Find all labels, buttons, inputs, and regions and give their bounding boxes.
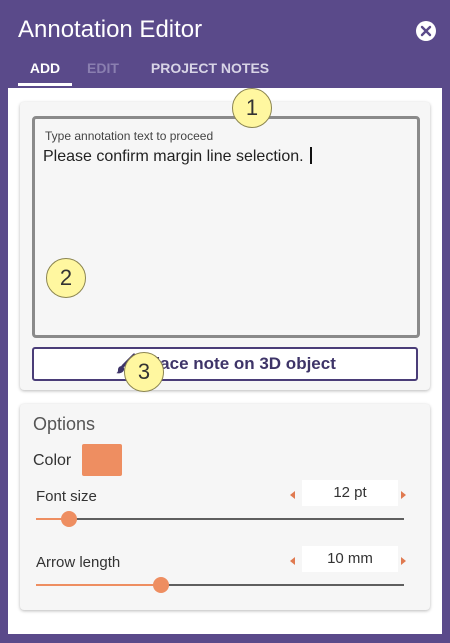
options-title: Options xyxy=(33,414,96,434)
tab-edit: EDIT xyxy=(87,60,119,76)
editor-panel: Type annotation text to proceed Please c… xyxy=(8,88,442,634)
close-icon xyxy=(420,25,432,37)
arrow-length-increase-arrow[interactable] xyxy=(401,557,406,565)
close-button[interactable] xyxy=(416,21,436,41)
tab-add[interactable]: ADD xyxy=(18,56,72,86)
arrow-length-label: Arrow length xyxy=(36,554,121,571)
color-swatch[interactable] xyxy=(82,444,122,476)
arrow-length-slider-thumb[interactable] xyxy=(153,577,170,593)
place-note-label: Place note on 3D object xyxy=(144,354,336,373)
title-bar: Annotation Editor ADD EDIT PROJECT NOTES xyxy=(0,0,450,88)
arrow-length-decrease-arrow[interactable] xyxy=(290,557,295,565)
arrow-length-value[interactable]: 10 mm xyxy=(302,546,398,572)
callout-badge-1: 1 xyxy=(232,88,272,128)
annotation-textarea-label: Type annotation text to proceed xyxy=(45,129,214,143)
font-size-label: Font size xyxy=(36,488,97,505)
font-size-decrease-arrow[interactable] xyxy=(290,491,295,499)
color-label: Color xyxy=(33,452,72,469)
font-size-slider-thumb[interactable] xyxy=(61,511,78,527)
font-size-slider[interactable] xyxy=(36,511,404,527)
window-title: Annotation Editor xyxy=(18,16,203,43)
font-size-value[interactable]: 12 pt xyxy=(302,480,398,506)
place-note-button[interactable]: Place note on 3D object xyxy=(32,347,418,381)
annotation-card: Type annotation text to proceed Please c… xyxy=(20,102,430,390)
callout-badge-3: 3 xyxy=(124,352,164,392)
callout-badge-2: 2 xyxy=(46,258,86,298)
annotation-textarea[interactable]: Type annotation text to proceed Please c… xyxy=(32,116,420,338)
font-size-increase-arrow[interactable] xyxy=(401,491,406,499)
options-card: Options Color Font size 12 pt Arrow leng… xyxy=(20,404,430,610)
arrow-length-slider[interactable] xyxy=(36,577,404,593)
text-caret xyxy=(309,147,312,164)
arrow-length-slider-fill xyxy=(36,584,162,586)
annotation-text-value[interactable]: Please confirm margin line selection. xyxy=(43,147,312,166)
tab-project-notes[interactable]: PROJECT NOTES xyxy=(140,56,280,86)
